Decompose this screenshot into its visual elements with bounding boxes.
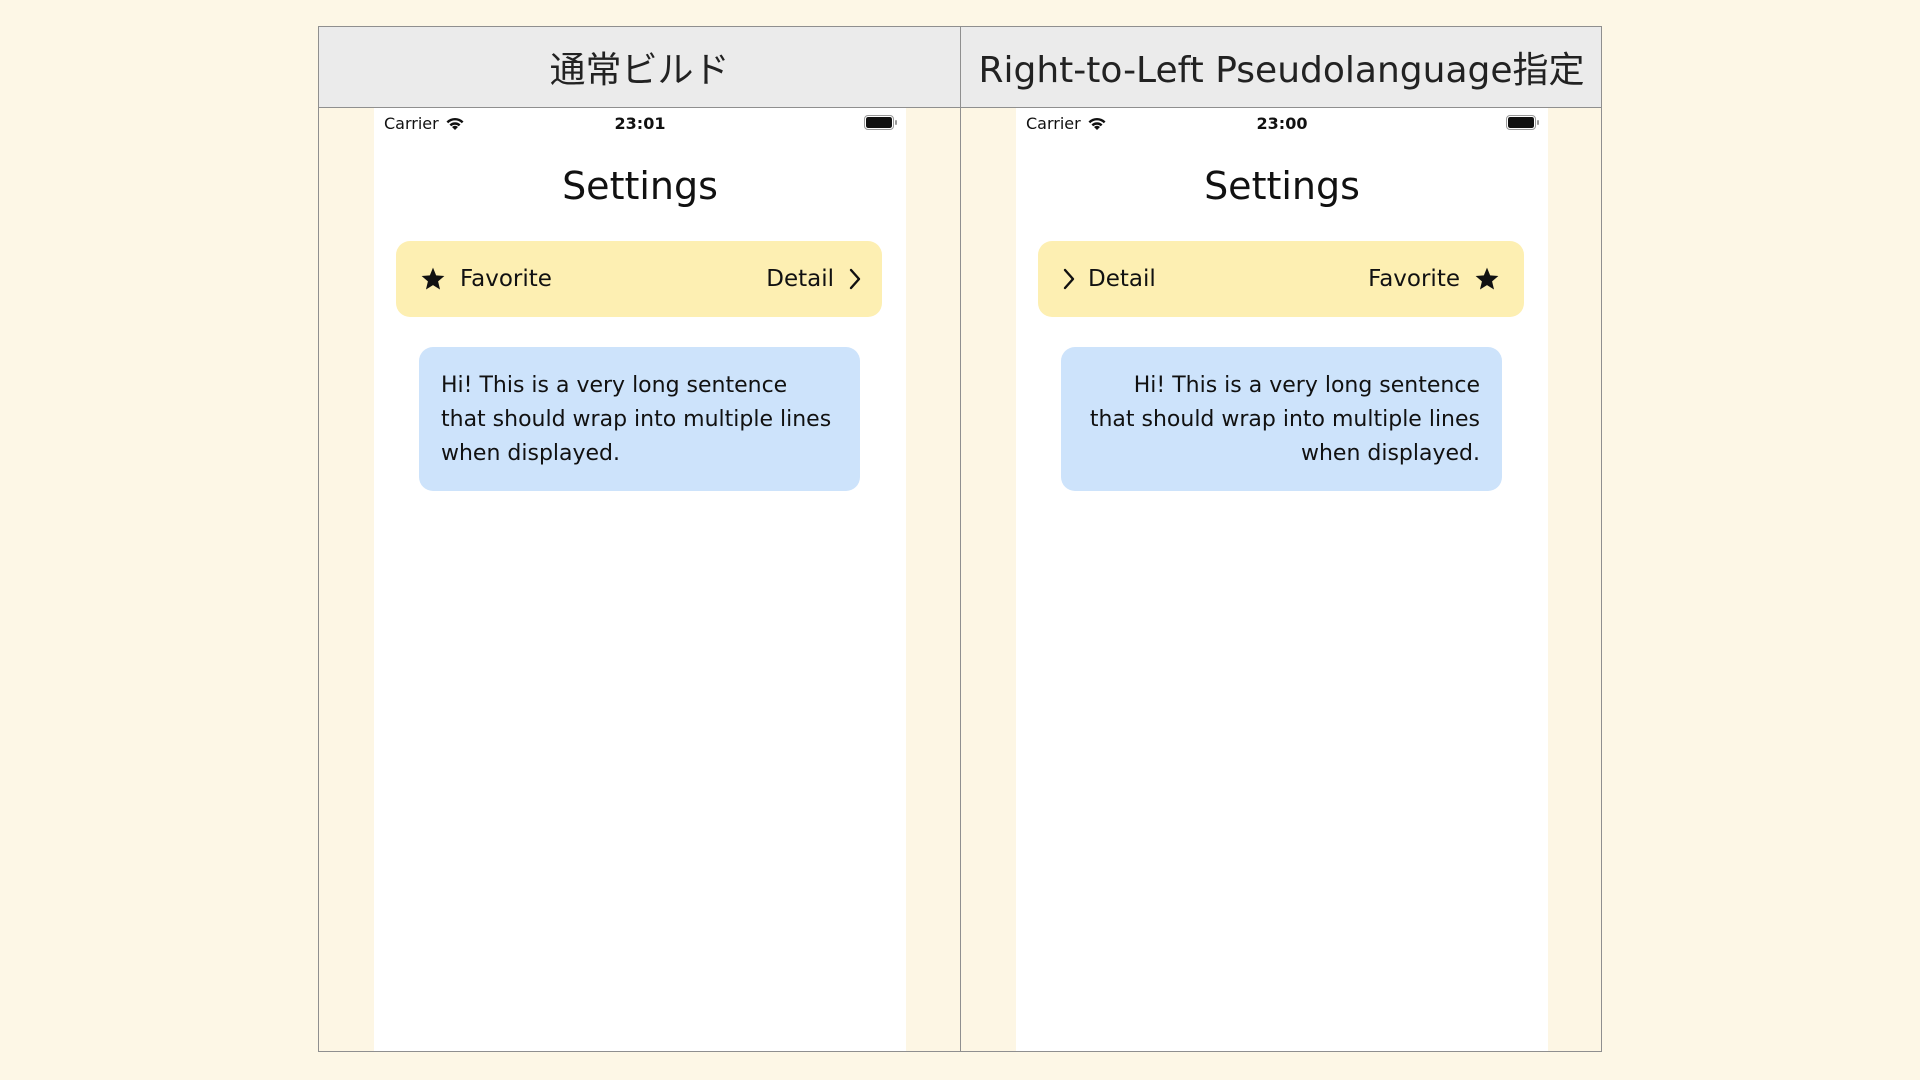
- column-divider: [960, 27, 961, 1051]
- page-title: Settings: [562, 164, 718, 208]
- status-time: 23:00: [1256, 114, 1308, 133]
- battery-icon: [864, 115, 897, 130]
- comparison-frame: 通常ビルド Right-to-Left Pseudolanguage指定 Car…: [318, 26, 1602, 1052]
- status-time: 23:01: [614, 114, 666, 133]
- chevron-right-icon: [849, 268, 861, 290]
- column-header-rtl: Right-to-Left Pseudolanguage指定: [978, 50, 1585, 91]
- favorite-button[interactable]: Favorite: [420, 241, 552, 317]
- status-bar: Carrier 23:01: [374, 108, 906, 136]
- detail-button[interactable]: Detail: [1062, 241, 1156, 317]
- favorite-label: Favorite: [460, 266, 552, 292]
- star-icon: [421, 267, 445, 290]
- favorite-label: Favorite: [1368, 266, 1460, 292]
- column-header-normal: 通常ビルド: [549, 50, 730, 91]
- chevron-right-icon: [1063, 268, 1075, 290]
- battery-icon: [1506, 115, 1539, 130]
- detail-button[interactable]: Detail: [766, 241, 862, 317]
- favorite-button[interactable]: Favorite: [1368, 241, 1500, 317]
- phone-screen-rtl: Carrier 23:00 Settings Detail Favorite H…: [1016, 108, 1548, 1051]
- star-icon: [1475, 267, 1499, 290]
- phone-screen-normal: Carrier 23:01 Settings Favorite Detail H…: [374, 108, 906, 1051]
- settings-card: Favorite Detail: [396, 241, 882, 317]
- detail-label: Detail: [1088, 266, 1156, 292]
- settings-card: Detail Favorite: [1038, 241, 1524, 317]
- detail-label: Detail: [766, 266, 834, 292]
- message-bubble: Hi! This is a very long sentence that sh…: [419, 347, 860, 491]
- message-bubble: Hi! This is a very long sentence that sh…: [1061, 347, 1502, 491]
- page-title: Settings: [1204, 164, 1360, 208]
- status-bar: Carrier 23:00: [1016, 108, 1548, 136]
